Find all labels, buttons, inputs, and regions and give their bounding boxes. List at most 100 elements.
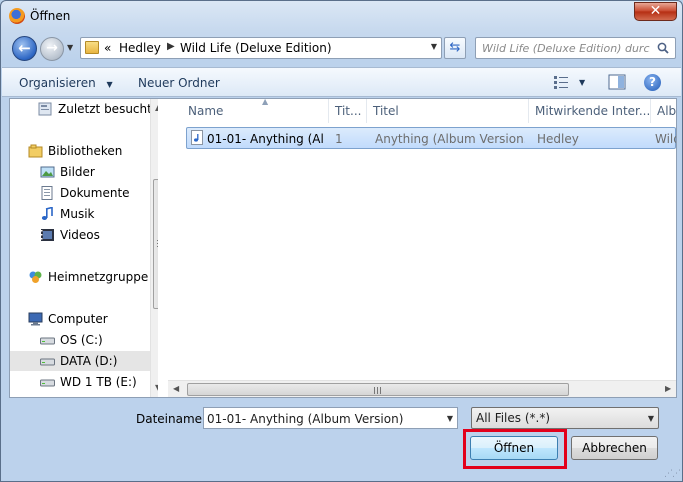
search-input[interactable]: Wild Life (Deluxe Edition) durchsuchen bbox=[475, 37, 676, 59]
column-header-name[interactable]: Name ▲ bbox=[182, 99, 329, 123]
command-bar: Organisieren ▼ Neuer Ordner ▼ ? bbox=[2, 67, 681, 97]
column-header-label: Albu bbox=[657, 104, 676, 118]
homegroup-icon bbox=[29, 271, 42, 283]
table-row[interactable]: 01-01- Anything (Al... 1 Anything (Album… bbox=[186, 127, 676, 149]
breadcrumb-item-album[interactable]: Wild Life (Deluxe Edition) bbox=[180, 41, 332, 55]
drive-icon bbox=[40, 358, 55, 366]
sidebar-item-drive-e[interactable]: WD 1 TB (E:) bbox=[40, 372, 150, 392]
filename-input[interactable]: 01-01- Anything (Album Version) ▼ bbox=[203, 407, 458, 429]
search-icon[interactable] bbox=[657, 42, 669, 54]
column-header-track[interactable]: Tit... bbox=[329, 99, 367, 123]
recent-places-icon bbox=[38, 102, 52, 116]
breadcrumb-item-artist[interactable]: Hedley bbox=[119, 41, 161, 55]
sidebar-item-label: Heimnetzgruppe bbox=[48, 270, 149, 284]
sidebar-item-label: DATA (D:) bbox=[60, 354, 118, 368]
close-button[interactable]: ✕ bbox=[634, 2, 677, 21]
window-title: Öffnen bbox=[30, 9, 71, 23]
sidebar-item-music[interactable]: Musik bbox=[40, 204, 150, 224]
sidebar-item-label: Musik bbox=[60, 207, 95, 221]
filename-label: Dateiname: bbox=[136, 412, 207, 426]
sidebar-item-label: Bibliotheken bbox=[48, 144, 123, 158]
refresh-button[interactable]: ⇆ bbox=[444, 37, 466, 59]
grip-line bbox=[377, 387, 378, 394]
resize-grip-icon[interactable]: ⋰⋰ bbox=[664, 469, 681, 479]
music-file-icon bbox=[191, 130, 203, 145]
chevron-down-icon: ▼ bbox=[106, 80, 113, 89]
navigation-pane: Zuletzt besucht Bibliotheken Bilder Doku… bbox=[10, 99, 158, 397]
sidebar-item-homegroup[interactable]: Heimnetzgruppe bbox=[28, 267, 150, 287]
scroll-right-icon[interactable]: ▶ bbox=[665, 384, 671, 393]
sidebar-item-drive-d[interactable]: DATA (D:) bbox=[10, 351, 150, 371]
sidebar-item-label: Zuletzt besucht bbox=[58, 102, 152, 116]
back-button[interactable]: ← bbox=[12, 36, 37, 61]
column-header-artists[interactable]: Mitwirkende Inter... bbox=[529, 99, 651, 123]
view-dropdown[interactable]: ▼ bbox=[579, 78, 585, 87]
horizontal-scrollbar[interactable]: ◀ ▶ bbox=[168, 380, 676, 397]
cell-artist: Hedley bbox=[537, 132, 579, 146]
organize-button[interactable]: Organisieren ▼ bbox=[19, 76, 113, 90]
libraries-icon bbox=[28, 144, 43, 158]
sidebar-item-label: Computer bbox=[48, 312, 108, 326]
sidebar-item-label: WD 1 TB (E:) bbox=[60, 375, 137, 389]
title-bar: Öffnen ✕ bbox=[1, 1, 682, 31]
new-folder-button[interactable]: Neuer Ordner bbox=[138, 76, 220, 90]
content-area: Zuletzt besucht Bibliotheken Bilder Doku… bbox=[9, 98, 677, 398]
column-header-title[interactable]: Titel bbox=[367, 99, 529, 123]
column-header-label: Tit... bbox=[335, 104, 362, 118]
grip-line bbox=[380, 387, 381, 394]
documents-icon bbox=[41, 186, 53, 200]
preview-pane-icon[interactable] bbox=[608, 74, 626, 90]
address-bar[interactable]: « Hedley ▶ Wild Life (Deluxe Edition) ▼ bbox=[80, 37, 442, 59]
chevron-down-icon: ▼ bbox=[67, 43, 74, 52]
sidebar-item-label: Videos bbox=[60, 228, 100, 242]
open-button[interactable]: Öffnen bbox=[470, 436, 558, 460]
address-dropdown[interactable]: ▼ bbox=[431, 42, 437, 51]
music-icon bbox=[41, 207, 53, 220]
cell-name: 01-01- Anything (Al... bbox=[207, 132, 325, 146]
chevron-down-icon[interactable]: ▼ bbox=[447, 414, 453, 423]
sort-ascending-icon: ▲ bbox=[262, 99, 269, 106]
cell-track: 1 bbox=[335, 132, 343, 146]
breadcrumb-separator-icon[interactable]: ▶ bbox=[167, 41, 175, 52]
column-header-label: Mitwirkende Inter... bbox=[535, 104, 651, 118]
scrollbar-thumb[interactable] bbox=[187, 383, 569, 396]
help-icon[interactable]: ? bbox=[644, 74, 661, 91]
grip-line bbox=[157, 240, 158, 241]
sidebar-item-recent[interactable]: Zuletzt besucht bbox=[38, 99, 152, 119]
chevron-down-icon: ▼ bbox=[579, 78, 586, 87]
sidebar-item-computer[interactable]: Computer bbox=[28, 309, 150, 329]
column-header-album[interactable]: Albu bbox=[651, 99, 676, 123]
scroll-down-icon[interactable]: ▼ bbox=[155, 383, 158, 392]
firefox-app-icon bbox=[9, 8, 25, 24]
chevron-down-icon: ▼ bbox=[430, 42, 437, 51]
close-icon: ✕ bbox=[649, 3, 662, 19]
refresh-icon: ⇆ bbox=[449, 40, 461, 55]
column-header-label: Name bbox=[188, 104, 224, 118]
grip-line bbox=[374, 387, 375, 394]
sidebar-item-videos[interactable]: Videos bbox=[40, 225, 150, 245]
scroll-up-icon[interactable]: ▲ bbox=[155, 103, 158, 112]
sidebar-item-drive-c[interactable]: OS (C:) bbox=[40, 330, 150, 350]
navigation-scrollbar[interactable]: ▲ ▼ bbox=[150, 99, 158, 397]
grip-line bbox=[157, 246, 158, 247]
search-placeholder: Wild Life (Deluxe Edition) durchsuchen bbox=[482, 42, 650, 55]
scrollbar-thumb[interactable] bbox=[153, 179, 158, 309]
breadcrumb-overflow[interactable]: « bbox=[104, 41, 111, 55]
grip-line bbox=[157, 243, 158, 244]
open-file-dialog: Öffnen ✕ ← → ▼ « Hedley ▶ Wild Life (Del… bbox=[0, 0, 683, 482]
sidebar-item-pictures[interactable]: Bilder bbox=[40, 162, 150, 182]
sidebar-item-documents[interactable]: Dokumente bbox=[40, 183, 150, 203]
videos-icon bbox=[41, 229, 54, 241]
file-type-select[interactable]: All Files (*.*) ▼ bbox=[471, 407, 659, 429]
recent-locations-dropdown[interactable]: ▼ bbox=[67, 43, 73, 52]
drive-icon bbox=[40, 379, 55, 387]
pictures-icon bbox=[40, 166, 55, 178]
drive-icon bbox=[40, 337, 55, 345]
file-list: Name ▲ Tit... Titel Mitwirkende Inter...… bbox=[168, 99, 676, 397]
forward-button[interactable]: → bbox=[40, 37, 64, 61]
sidebar-item-libraries[interactable]: Bibliotheken bbox=[28, 141, 150, 161]
view-options-icon[interactable] bbox=[553, 74, 569, 90]
cancel-button[interactable]: Abbrechen bbox=[571, 436, 658, 460]
sidebar-item-label: Dokumente bbox=[60, 186, 130, 200]
scroll-left-icon[interactable]: ◀ bbox=[173, 384, 179, 393]
